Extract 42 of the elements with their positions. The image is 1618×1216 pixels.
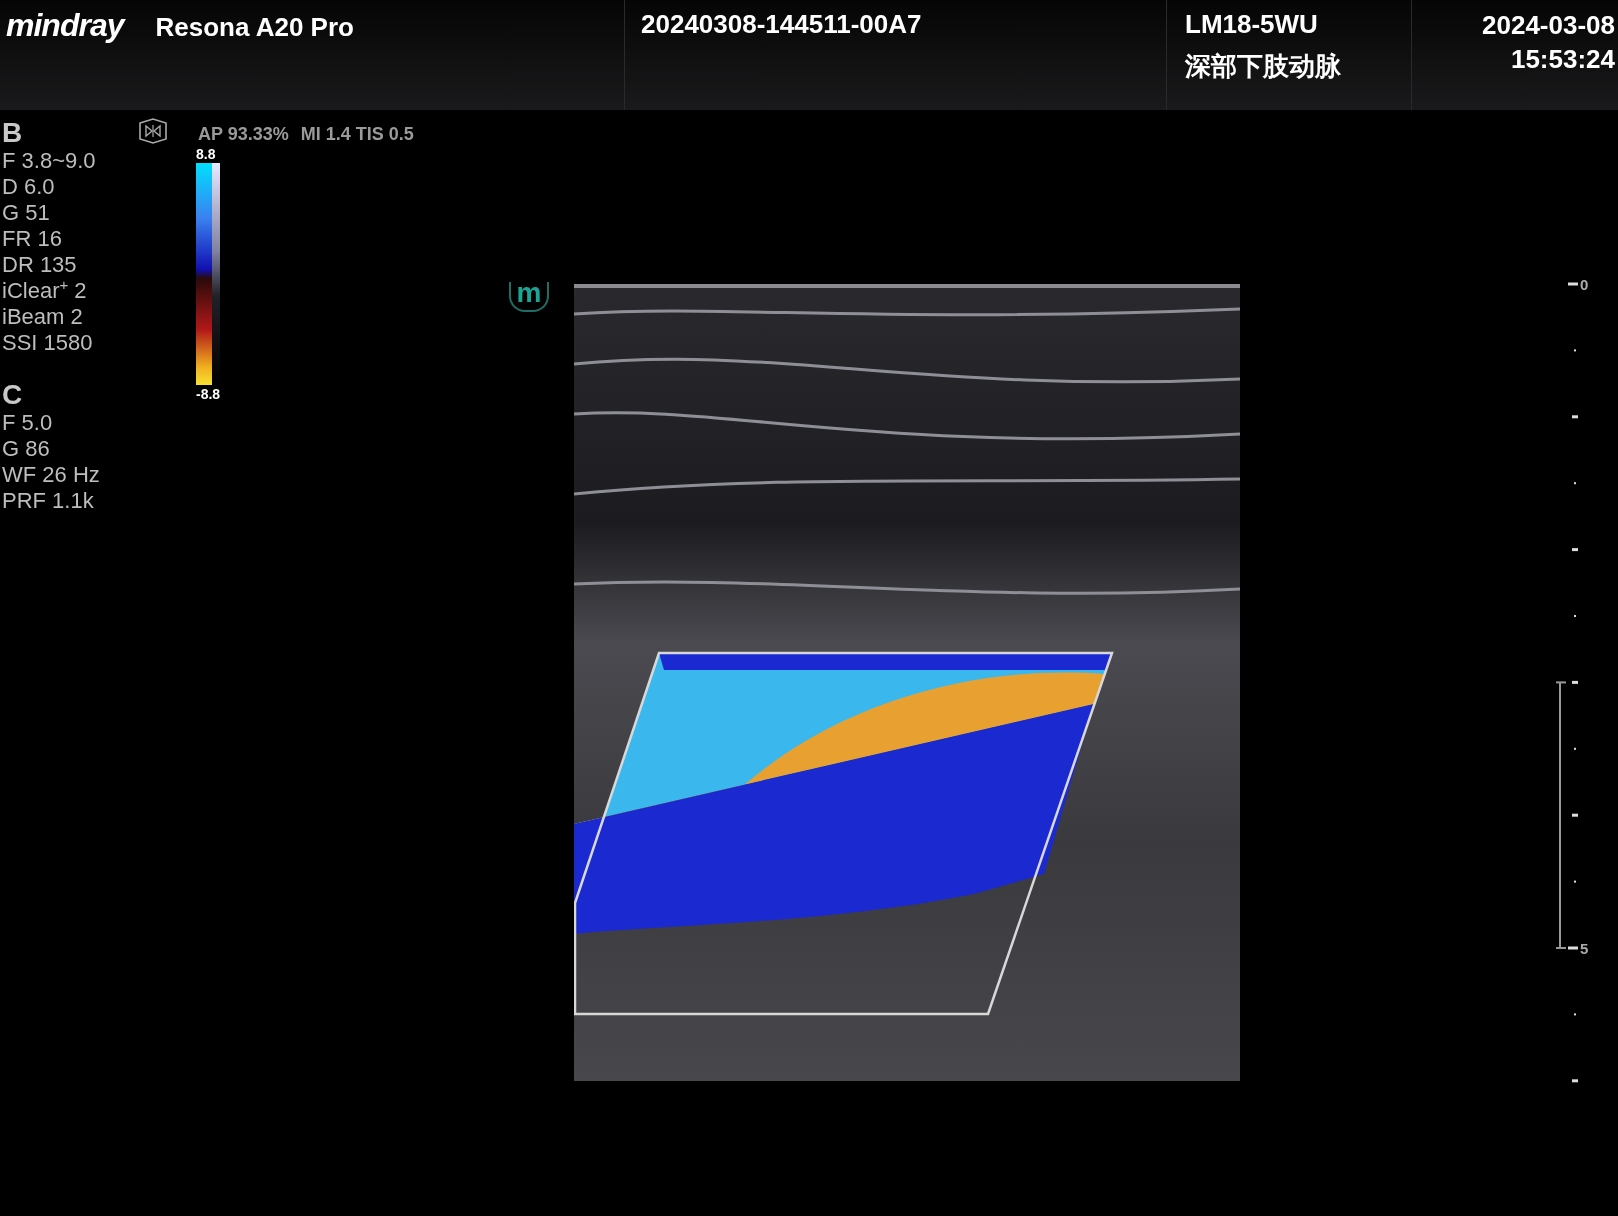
imaging-parameter: PRF 1.1k [2,488,95,514]
depth-tick [1574,747,1576,750]
imaging-parameter: SSI 1580 [2,330,94,356]
depth-label: 0 [1580,276,1589,293]
depth-tick [1572,548,1578,552]
depth-tick [1568,282,1578,286]
exam-date: 2024-03-08 [1482,9,1615,42]
velocity-scale-min: -8.8 [196,385,221,403]
system-model: Resona A20 Pro [155,12,354,43]
depth-tick [1568,946,1578,950]
imaging-parameter: iClear$^{+}$ 2 [2,278,88,304]
depth-tick [1574,615,1576,617]
probe-orientation-icon [137,118,169,144]
imaging-parameter: F 5.0 [2,410,54,436]
orientation-marker: m [509,282,549,312]
depth-tick [1572,1079,1578,1083]
exam-preset: 深部下肢动脉 [1185,50,1342,82]
brand-logo: mindray [6,8,124,42]
acoustic-output-value: AP 93.33% [198,124,289,145]
imaging-parameter: G 86 [2,436,51,462]
depth-tick [1574,349,1576,352]
imaging-parameter: FR 16 [2,226,63,252]
velocity-scale-max: 8.8 [196,145,216,163]
exam-time: 15:53:24 [1510,43,1615,76]
probe-name: LM18-5WU [1185,8,1319,40]
exam-id: 20240308-144511-00A7 [641,8,923,40]
acoustic-output-value: MI 1.4 TIS 0.5 [300,124,414,145]
depth-tick [1574,880,1576,883]
depth-tick [1572,813,1578,817]
depth-tick [1572,415,1578,419]
imaging-parameter: WF 26 Hz [2,462,101,488]
mode-title: B [2,118,24,148]
imaging-parameter: DR 135 [2,252,78,278]
depth-tick [1572,680,1578,684]
depth-label: 5 [1580,940,1589,957]
imaging-parameter: iBeam 2 [2,304,84,330]
depth-tick [1574,482,1576,485]
mode-title: C [2,380,24,410]
depth-tick [1574,1013,1576,1016]
imaging-parameter: G 51 [2,200,51,226]
imaging-parameter: F 3.8~9.0 [2,148,97,174]
imaging-parameter: D 6.0 [2,174,56,200]
